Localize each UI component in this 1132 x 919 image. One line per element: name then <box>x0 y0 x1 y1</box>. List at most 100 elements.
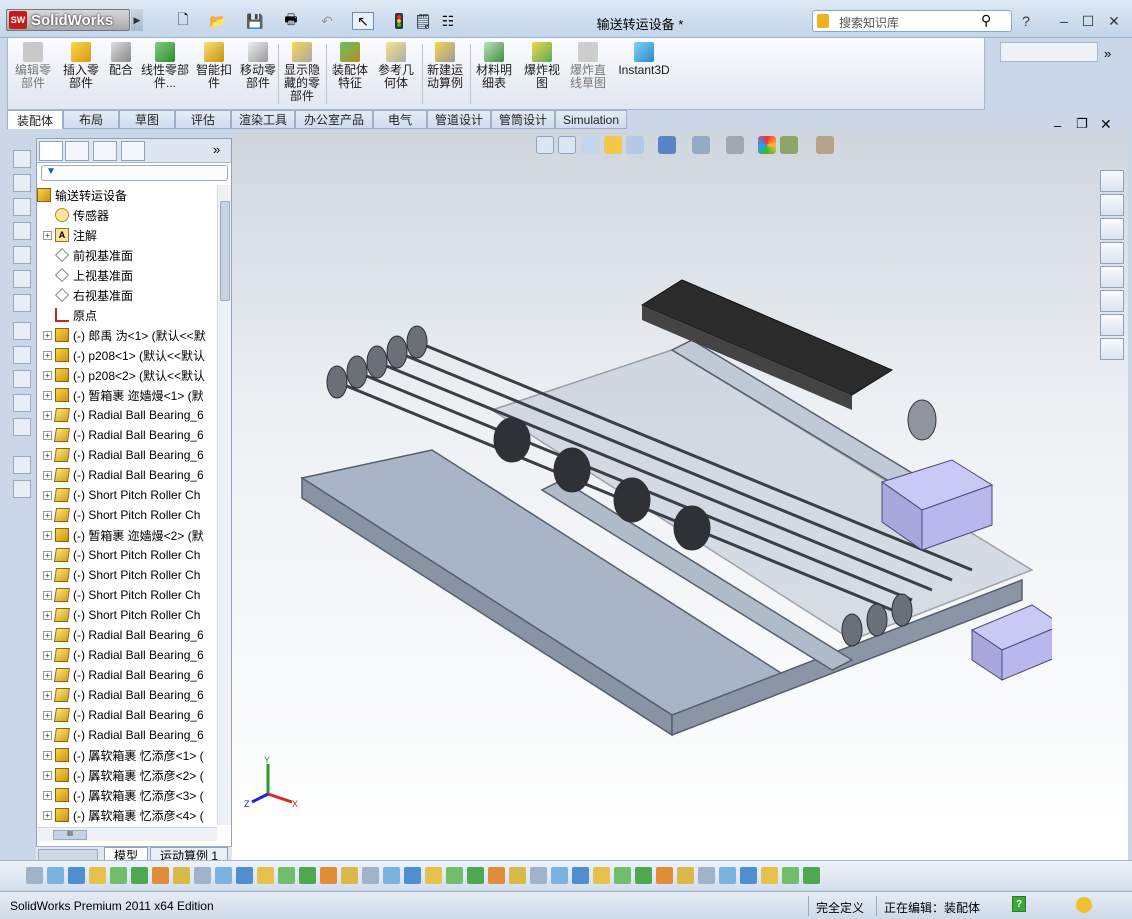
expand-plus-icon[interactable]: + <box>43 510 52 520</box>
hide-show-items-icon[interactable] <box>726 136 744 154</box>
scrollbar-thumb[interactable] <box>220 201 230 301</box>
exploded-view-button[interactable]: 爆炸视图 <box>522 42 562 106</box>
solidworks-logo[interactable]: SW SolidWorks <box>6 9 130 31</box>
expand-plus-icon[interactable]: + <box>43 230 52 240</box>
zoom-to-fit-icon[interactable] <box>536 136 554 154</box>
mirror-icon[interactable] <box>257 867 274 884</box>
tree-item[interactable]: 前视基准面 <box>55 245 217 265</box>
edit-part-icon[interactable] <box>194 867 211 884</box>
assembly-features-button[interactable]: 装配体特征 <box>330 42 370 106</box>
tree-item[interactable]: 传感器 <box>55 205 217 225</box>
expand-plus-icon[interactable]: + <box>43 770 52 780</box>
tree-item[interactable]: + (-) 羼软箱裹 忆添彦<3> ( <box>43 785 217 805</box>
feature-tree-tab-icon[interactable] <box>39 141 63 161</box>
tree-item[interactable]: + (-) Radial Ball Bearing_6 <box>43 445 217 465</box>
configuration-manager-tab-icon[interactable] <box>93 141 117 161</box>
tree-filter-box[interactable]: ▼ <box>41 165 228 181</box>
view-orientation-icon[interactable] <box>658 136 676 154</box>
mate-button[interactable]: 配合 <box>106 42 136 106</box>
minimize-icon[interactable]: – <box>1054 12 1074 30</box>
rebuild-status-icon[interactable] <box>1076 897 1092 913</box>
concentric-icon[interactable] <box>383 867 400 884</box>
lock-icon[interactable] <box>404 867 421 884</box>
tree-item[interactable]: + (-) 羼软箱裹 忆添彦<1> ( <box>43 745 217 765</box>
section-view-icon[interactable] <box>604 136 622 154</box>
view-palette-icon[interactable] <box>1100 242 1124 264</box>
dynamic-annotation-icon[interactable] <box>626 136 644 154</box>
expand-plus-icon[interactable]: + <box>43 810 52 820</box>
tree-item[interactable]: + (-) 羼软箱裹 忆添彦<4> ( <box>43 805 217 825</box>
config-dropdown[interactable] <box>1000 42 1098 62</box>
design-library-icon[interactable] <box>1100 194 1124 216</box>
view-front-icon[interactable] <box>13 150 31 168</box>
view-top-icon[interactable] <box>13 246 31 264</box>
insert-part-icon[interactable] <box>173 867 190 884</box>
select-icon[interactable] <box>89 867 106 884</box>
toolbox-icon[interactable] <box>1100 314 1124 336</box>
tree-item[interactable]: + (-) Short Pitch Roller Ch <box>43 545 217 565</box>
insert-component-button[interactable]: 插入零部件 <box>60 42 102 106</box>
section-icon[interactable] <box>13 480 31 498</box>
expand-plus-icon[interactable]: + <box>43 590 52 600</box>
coincident-icon[interactable] <box>299 867 316 884</box>
expand-plus-icon[interactable]: + <box>43 450 52 460</box>
tab-sketch[interactable]: 草图 <box>119 110 175 129</box>
probe-icon[interactable] <box>803 867 820 884</box>
tree-item[interactable]: + (-) Radial Ball Bearing_6 <box>43 405 217 425</box>
screw-icon[interactable] <box>614 867 631 884</box>
edit-appearance-icon[interactable] <box>758 136 776 154</box>
mass-props-icon[interactable] <box>13 456 31 474</box>
limit-icon[interactable] <box>698 867 715 884</box>
width-icon[interactable] <box>488 867 505 884</box>
tree-item[interactable]: 原点 <box>55 305 217 325</box>
move-component-button[interactable]: 移动零部件 <box>236 42 280 106</box>
show-hidden-components-button[interactable]: 显示隐藏的零部件 <box>282 42 322 106</box>
tree-item[interactable]: + (-) Radial Ball Bearing_6 <box>43 625 217 645</box>
previous-view-icon[interactable] <box>582 136 600 154</box>
view-left-icon[interactable] <box>13 198 31 216</box>
tree-item[interactable]: + (-) Radial Ball Bearing_6 <box>43 465 217 485</box>
expand-plus-icon[interactable]: + <box>43 690 52 700</box>
zoom-to-area-icon[interactable] <box>558 136 576 154</box>
tab-render-tools[interactable]: 渲染工具 <box>231 110 295 129</box>
align-icon[interactable] <box>278 867 295 884</box>
select-other-icon[interactable] <box>110 867 127 884</box>
tab-piping[interactable]: 管道设计 <box>427 110 491 129</box>
perpendicular-icon[interactable] <box>341 867 358 884</box>
expand-plus-icon[interactable]: + <box>43 330 52 340</box>
menu-expand-arrow-icon[interactable]: ▶ <box>131 9 143 31</box>
expand-plus-icon[interactable]: + <box>43 650 52 660</box>
edit-component-button[interactable]: 编辑零部件 <box>12 42 54 106</box>
expand-plus-icon[interactable]: + <box>43 350 52 360</box>
expand-plus-icon[interactable]: + <box>43 610 52 620</box>
universal-icon[interactable] <box>656 867 673 884</box>
instant3d-button[interactable]: Instant3D <box>616 42 672 106</box>
tab-tubing[interactable]: 管筒设计 <box>491 110 555 129</box>
measure-icon[interactable] <box>13 418 31 436</box>
search-results-icon[interactable] <box>1100 338 1124 360</box>
options-icon[interactable]: ☷ <box>437 12 459 30</box>
filter-assembly-icon[interactable] <box>68 867 85 884</box>
display-manager-tab-icon[interactable] <box>121 141 145 161</box>
tree-item[interactable]: + (-) p208<1> (默认<<默认 <box>43 345 217 365</box>
maximize-icon[interactable]: ☐ <box>1078 12 1098 30</box>
rebuild-traffic-light-icon[interactable] <box>388 12 410 30</box>
hscroll-thumb[interactable]: III <box>53 830 87 840</box>
new-motion-study-button[interactable]: 新建运动算例 <box>424 42 466 106</box>
tree-item[interactable]: + (-) Radial Ball Bearing_6 <box>43 425 217 445</box>
dim-icon[interactable] <box>740 867 757 884</box>
expand-plus-icon[interactable]: + <box>43 370 52 380</box>
expand-plus-icon[interactable]: + <box>43 530 52 540</box>
tab-office-products[interactable]: 办公室产品 <box>295 110 373 129</box>
path-icon[interactable] <box>509 867 526 884</box>
tree-item[interactable]: + (-) 郎禹 沩<1> (默认<<默 <box>43 325 217 345</box>
rack-icon[interactable] <box>593 867 610 884</box>
expand-plus-icon[interactable]: + <box>43 710 52 720</box>
gear-icon[interactable] <box>572 867 589 884</box>
explode-line-sketch-button[interactable]: 爆炸直线草图 <box>568 42 608 106</box>
undo-icon[interactable]: ↶ <box>316 12 338 30</box>
component-icon[interactable] <box>13 370 31 388</box>
apply-scene-icon[interactable] <box>780 136 798 154</box>
tree-item[interactable]: + (-) 暂箱裹 迩嫱熳<1> (默 <box>43 385 217 405</box>
search-box[interactable]: 搜索知识库 ⚲ <box>812 10 1012 32</box>
